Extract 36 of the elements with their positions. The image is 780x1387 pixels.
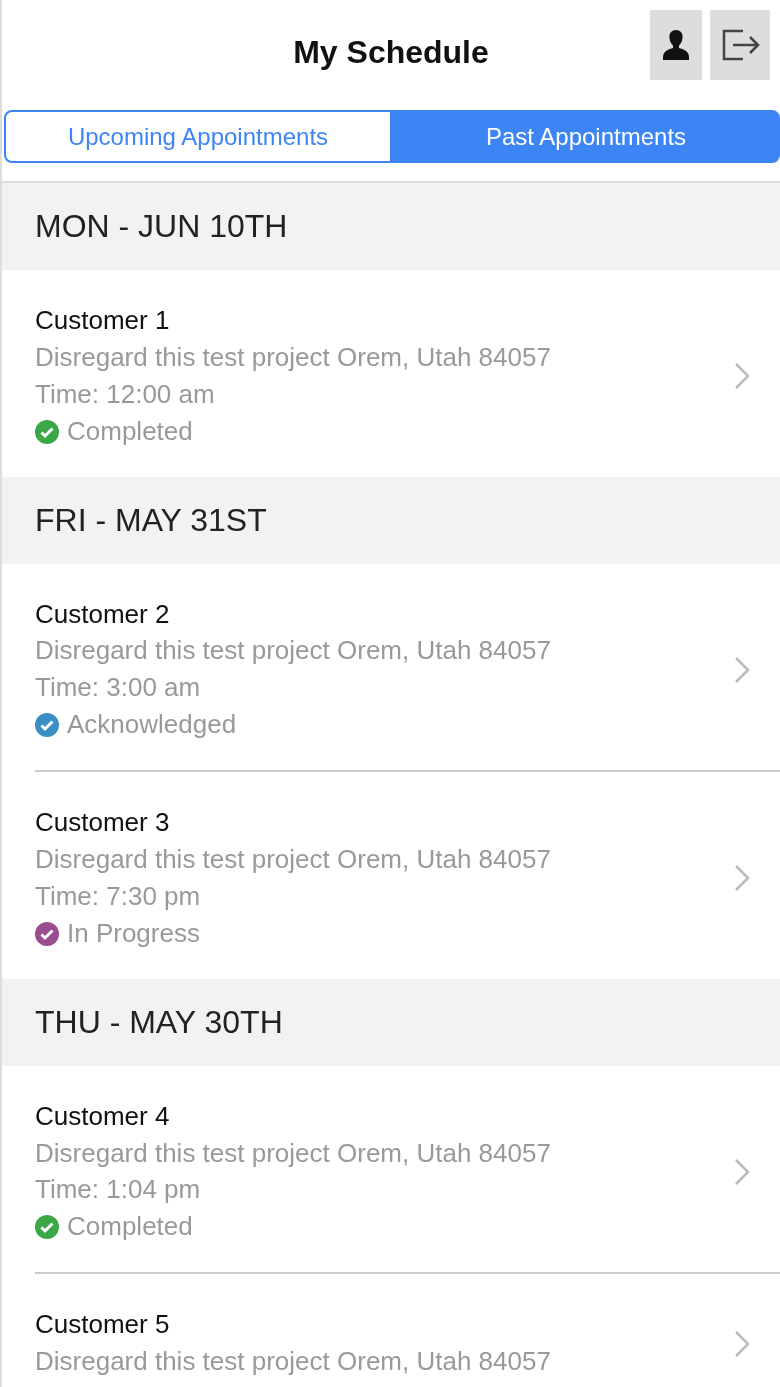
time-text: Time: 1:04 pm (35, 1175, 202, 1206)
time-text: Time: 7:30 pm (35, 881, 202, 912)
appointment-item[interactable]: Customer 2 Disregard this test project Orem, Utah 84057 Time: 3:00 am Acknowledged (2, 563, 780, 771)
address-text: Disregard this test project Orem, Utah 84057 (35, 1347, 551, 1378)
date-header: THU - MAY 30TH (2, 978, 780, 1066)
status-text: Completed (67, 1212, 193, 1243)
tab[interactable]: Upcoming Appointments (4, 110, 392, 163)
status-text: Acknowledged (67, 710, 237, 741)
address-text: Disregard this test project Orem, Utah 84057 (35, 845, 551, 875)
customer-name: Customer 2 (35, 599, 171, 630)
chevron-right-icon (734, 655, 750, 684)
appointment-item[interactable]: Customer 5 Disregard this test project Orem, Utah 84057 (35, 1272, 780, 1387)
chevron-right-icon (734, 1157, 750, 1186)
date-header: FRI - MAY 31ST (2, 476, 780, 564)
tab[interactable]: Past Appointments (392, 110, 780, 163)
customer-name: Customer 1 (35, 306, 171, 336)
time-text: Time: 3:00 am (35, 673, 202, 704)
address-text: Disregard this test project Orem, Utah 84057 (35, 1138, 551, 1169)
address-text: Disregard this test project Orem, Utah 84057 (35, 636, 551, 667)
logout-button[interactable] (710, 10, 770, 80)
address-text: Disregard this test project Orem, Utah 84057 (35, 342, 551, 373)
screen-title: My Schedule (293, 33, 489, 71)
appointment-item[interactable]: Customer 1 Disregard this test project Orem, Utah 84057 Time: 12:00 am Completed (2, 270, 780, 477)
status-text: Completed (67, 416, 193, 447)
appointment-item[interactable]: Customer 4 Disregard this test project Orem, Utah 84057 Time: 1:04 pm Completed (2, 1065, 780, 1273)
customer-name: Customer 4 (35, 1101, 171, 1132)
chevron-right-icon (734, 362, 750, 391)
date-header: MON - JUN 10TH (2, 183, 780, 270)
customer-name: Customer 3 (35, 808, 171, 838)
time-text: Time: 12:00 am (35, 379, 216, 410)
customer-name: Customer 5 (35, 1310, 171, 1341)
profile-button[interactable] (650, 10, 702, 80)
chevron-right-icon (734, 864, 750, 893)
status-text: In Progress (67, 918, 200, 949)
person-icon (661, 28, 691, 62)
chevron-right-icon (734, 1329, 750, 1358)
